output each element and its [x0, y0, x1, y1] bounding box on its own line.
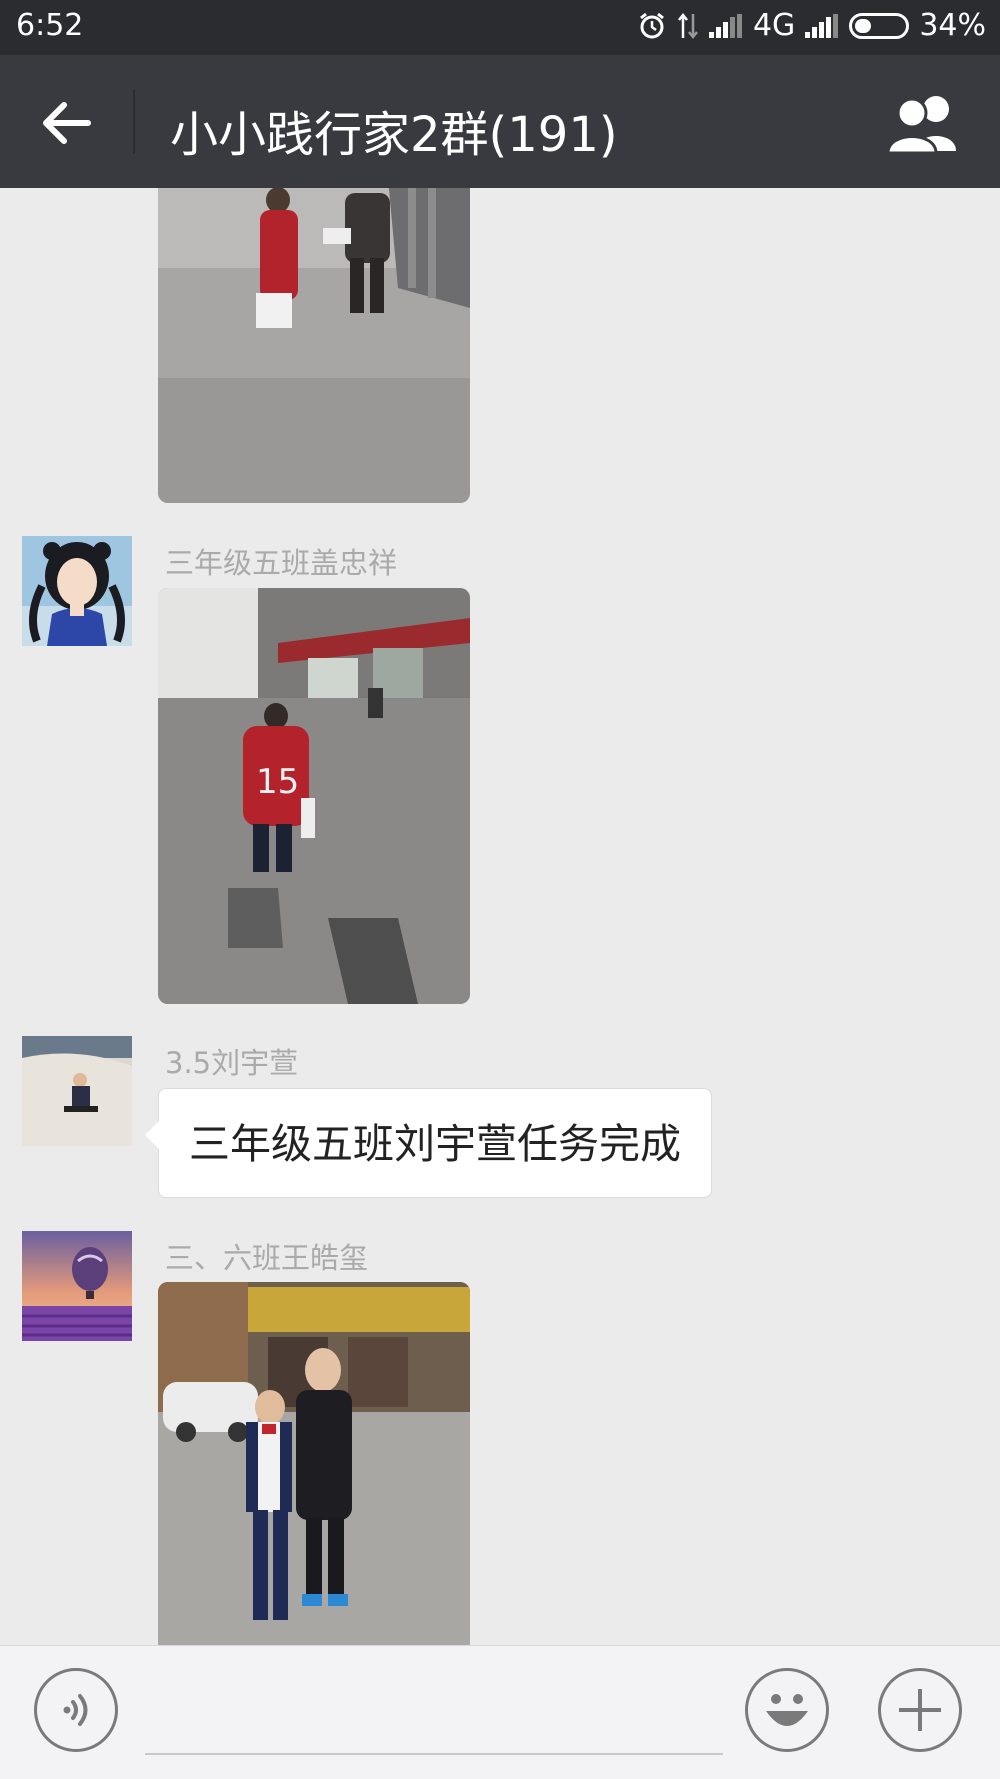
alarm-icon	[640, 12, 664, 38]
battery-fill	[855, 18, 872, 33]
message-input[interactable]	[145, 1753, 723, 1755]
text-message-bubble[interactable]: 三年级五班刘宇萱任务完成	[145, 1088, 712, 1198]
svg-text:15: 15	[256, 762, 299, 802]
emoji-button[interactable]	[745, 1668, 829, 1752]
sender-name: 三年级五班盖忠祥	[165, 546, 398, 580]
network-type: 4G	[752, 8, 796, 43]
status-time: 6:52	[16, 8, 84, 43]
child-in-snow-avatar-icon	[22, 1036, 132, 1146]
battery-icon	[849, 12, 910, 39]
hot-air-balloon-avatar-icon	[22, 1231, 132, 1341]
signal-icon-2	[805, 13, 839, 38]
group-members-icon[interactable]	[886, 93, 966, 153]
input-bar	[0, 1645, 1000, 1779]
image-message-4[interactable]	[158, 1282, 470, 1645]
photo-street-girl	[158, 188, 470, 503]
chat-messages[interactable]: 三年级五班盖忠祥 15 3.5刘宇萱 三年级五班刘宇萱任务完成 三、六班王皓玺	[0, 188, 1000, 1645]
photo-child-red-coat: 15	[158, 588, 470, 1004]
chat-header: 小小践行家2群(191)	[0, 55, 1000, 188]
voice-icon	[63, 1694, 88, 1726]
image-message-1[interactable]	[158, 188, 470, 503]
plus-icon	[899, 1689, 941, 1731]
sender-name: 三、六班王皓玺	[165, 1241, 369, 1275]
avatar-sender-4[interactable]	[22, 1231, 132, 1341]
back-arrow-icon[interactable]	[38, 95, 94, 151]
avatar-sender-2[interactable]	[22, 536, 132, 646]
battery-percent: 34%	[919, 8, 986, 43]
sender-name: 3.5刘宇萱	[165, 1046, 299, 1080]
status-icons: 4G 34%	[637, 8, 986, 43]
signal-icon	[708, 13, 743, 38]
voice-button[interactable]	[34, 1668, 118, 1752]
avatar-sender-3[interactable]	[22, 1036, 132, 1146]
emoji-icon	[766, 1694, 808, 1726]
status-bar: 6:52 4G 34%	[0, 0, 1000, 55]
anime-girl-avatar-icon	[22, 536, 132, 646]
data-transfer-icon	[677, 12, 698, 39]
image-message-2[interactable]: 15	[158, 588, 470, 1004]
photo-father-and-son	[158, 1282, 470, 1645]
header-divider	[133, 90, 135, 154]
chat-title: 小小践行家2群(191)	[170, 107, 618, 163]
plus-button[interactable]	[878, 1668, 962, 1752]
